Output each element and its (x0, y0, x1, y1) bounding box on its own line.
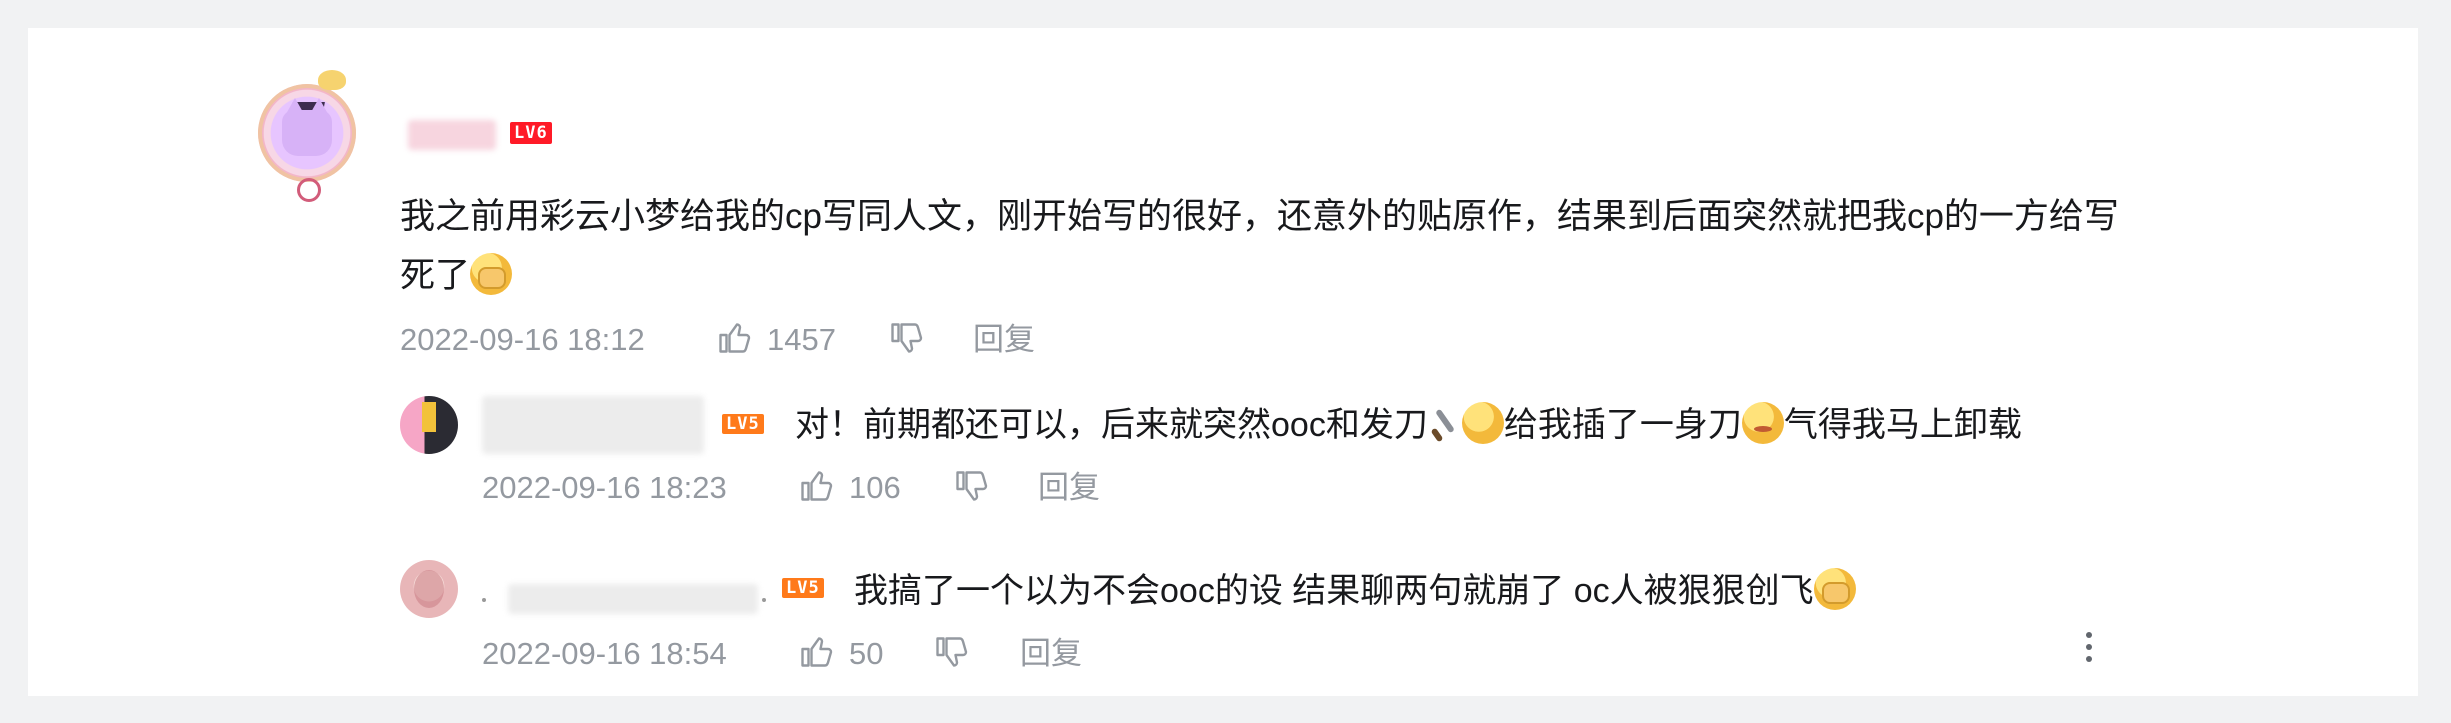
like-button[interactable] (716, 320, 752, 356)
level-badge: LV5 (722, 414, 764, 434)
avatar-figure (422, 402, 436, 432)
thumbs-up-icon (719, 323, 751, 353)
bow-decoration-icon (297, 178, 321, 202)
comment-time: 2022-09-16 18:12 (400, 322, 645, 357)
reply-text: 对！前期都还可以，后来就突然ooc和发刀 给我插了一身刀 气得我马上卸载 (795, 402, 2022, 445)
reply-text-part: 气得我马上卸载 (1783, 406, 2022, 444)
more-options-icon[interactable] (2084, 632, 2094, 666)
comment-text-line2: 死了 (400, 256, 471, 295)
name-dot (482, 598, 486, 602)
reply-button[interactable]: 回复 (1038, 468, 1100, 508)
facepalm-emoji-icon (1813, 568, 1856, 610)
username-blurred[interactable] (408, 120, 496, 150)
reply-time: 2022-09-16 18:23 (482, 470, 727, 505)
reply-avatar[interactable] (400, 560, 458, 618)
avatar-cat (282, 98, 332, 156)
avatar-figure (414, 570, 444, 608)
like-count: 1457 (767, 322, 836, 357)
name-dot (762, 598, 766, 602)
reply-time: 2022-09-16 18:54 (482, 636, 727, 671)
dislike-button[interactable] (933, 634, 969, 670)
comment-text: 我之前用彩云小梦给我的cp写同人文，刚开始写的很好，还意外的贴原作，结果到后面突… (400, 187, 2230, 305)
dislike-button[interactable] (888, 320, 924, 356)
comment-text-line1: 我之前用彩云小梦给我的cp写同人文，刚开始写的很好，还意外的贴原作，结果到后面突… (400, 197, 2119, 236)
dislike-button[interactable] (953, 468, 989, 504)
reply-text-part: 给我插了一身刀 (1503, 406, 1742, 444)
chick-decoration-icon (318, 70, 346, 90)
thumbs-up-icon (801, 637, 833, 667)
level-badge: LV5 (782, 578, 824, 598)
reply-text-part: 我搞了一个以为不会ooc的设 结果聊两句就崩了 oc人被狠狠创飞 (854, 572, 1814, 610)
reply-username-blurred[interactable] (508, 584, 758, 614)
thumbs-down-icon (936, 637, 968, 667)
smirk-emoji-icon (1461, 402, 1504, 444)
reply-text: 我搞了一个以为不会ooc的设 结果聊两句就崩了 oc人被狠狠创飞 (854, 568, 1856, 611)
like-button[interactable] (798, 468, 834, 504)
thumbs-down-icon (956, 471, 988, 501)
like-count: 50 (849, 636, 884, 671)
level-badge: LV6 (510, 122, 552, 144)
facepalm-emoji-icon (470, 253, 513, 295)
like-count: 106 (849, 470, 901, 505)
reply-text-part: 对！前期都还可以，后来就突然ooc和发刀 (795, 406, 1428, 444)
avatar[interactable] (248, 70, 366, 202)
reply-button[interactable]: 回复 (973, 320, 1035, 360)
reply-button[interactable]: 回复 (1020, 634, 1082, 674)
like-button[interactable] (798, 634, 834, 670)
knife-emoji-icon (1428, 408, 1462, 442)
dizzy-emoji-icon (1741, 402, 1784, 444)
reply-username-blurred[interactable] (482, 396, 704, 454)
thumbs-down-icon (891, 323, 923, 353)
thumbs-up-icon (801, 471, 833, 501)
reply-avatar[interactable] (400, 396, 458, 454)
